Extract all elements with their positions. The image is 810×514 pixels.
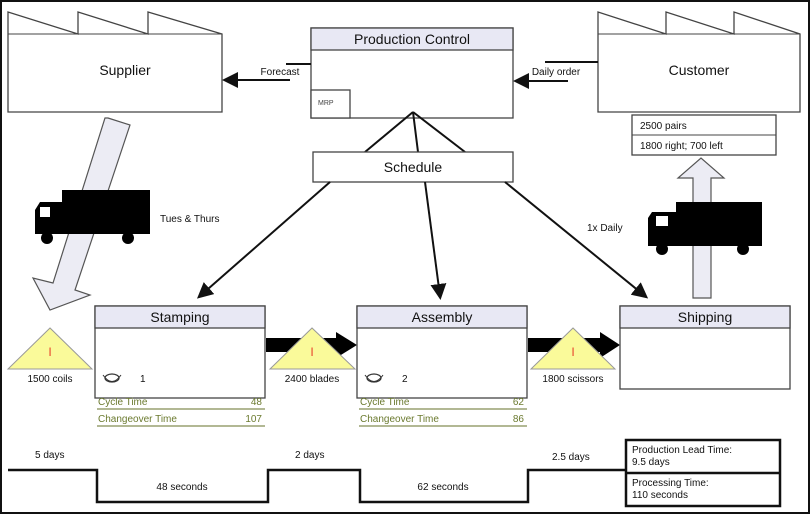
- outbound-shipment-label: 1x Daily: [587, 223, 623, 234]
- inventory-label: 1800 scissors: [542, 374, 603, 385]
- process-title: Assembly: [412, 309, 473, 325]
- inventory-label: 2400 blades: [285, 374, 340, 385]
- metric-value: 62: [513, 397, 525, 408]
- supplier-label: Supplier: [99, 62, 151, 78]
- inventory-symbol: I: [310, 345, 313, 359]
- process-time-label: 62 seconds: [417, 482, 468, 493]
- process-box-stamping: Stamping 1 Cycle Time 48 Changeover Time…: [94, 305, 266, 427]
- schedule-to-stamping-arrow: [196, 181, 331, 299]
- inbound-shipment-label: Tues & Thurs: [160, 214, 219, 225]
- metric-label: Cycle Time: [360, 397, 410, 408]
- customer-requirements-box: 2500 pairs 1800 right; 700 left: [631, 114, 777, 156]
- production-control-title: Production Control: [354, 31, 470, 47]
- customer-requirement: 1800 right; 700 left: [640, 141, 723, 152]
- metric-value: 107: [245, 414, 262, 425]
- supplier-factory: Supplier: [7, 11, 223, 113]
- process-time-label: 48 seconds: [156, 482, 207, 493]
- process-box-assembly: Assembly 2 Cycle Time 62 Changeover Time…: [356, 305, 528, 427]
- vsm-canvas: Supplier Customer 2500 pairs 1800 right;…: [0, 0, 810, 514]
- metric-label: Changeover Time: [360, 414, 439, 425]
- wait-time-label: 2.5 days: [552, 452, 590, 463]
- inventory-triangle: I 1500 coils: [6, 327, 94, 385]
- daily-order-label: Daily order: [532, 67, 581, 78]
- production-control-box: Production Control MRP: [310, 27, 514, 119]
- wait-time-label: 2 days: [295, 450, 324, 461]
- inventory-symbol: I: [48, 345, 51, 359]
- metric-value: 86: [513, 414, 525, 425]
- timeline-ladder: [8, 468, 625, 504]
- schedule-to-shipping-arrow: [504, 181, 649, 299]
- customer-factory: Customer: [597, 11, 801, 113]
- process-title: Stamping: [150, 309, 209, 325]
- mrp-label: MRP: [318, 100, 334, 107]
- lead-time-summary-box: Production Lead Time: 9.5 days Processin…: [624, 438, 782, 508]
- inventory-label: 1500 coils: [27, 374, 72, 385]
- metric-value: 48: [251, 397, 263, 408]
- forecast-label: Forecast: [261, 67, 300, 78]
- lead-time-label: Production Lead Time:: [632, 445, 732, 456]
- inventory-symbol: I: [571, 345, 574, 359]
- processing-time-value: 110 seconds: [632, 490, 688, 501]
- customer-label: Customer: [669, 62, 730, 78]
- processing-time-label: Processing Time:: [632, 478, 709, 489]
- metric-label: Cycle Time: [98, 397, 148, 408]
- customer-requirement: 2500 pairs: [640, 121, 687, 132]
- process-box-shipping: Shipping: [619, 305, 791, 390]
- operator-count: 1: [140, 374, 146, 385]
- operator-count: 2: [402, 374, 408, 385]
- process-title: Shipping: [678, 309, 733, 325]
- schedule-to-assembly-arrow: [424, 181, 447, 300]
- schedule-label: Schedule: [384, 159, 443, 175]
- value-stream-map: Supplier Customer 2500 pairs 1800 right;…: [0, 0, 810, 514]
- wait-time-label: 5 days: [35, 450, 64, 461]
- metric-label: Changeover Time: [98, 414, 177, 425]
- lead-time-value: 9.5 days: [632, 457, 670, 468]
